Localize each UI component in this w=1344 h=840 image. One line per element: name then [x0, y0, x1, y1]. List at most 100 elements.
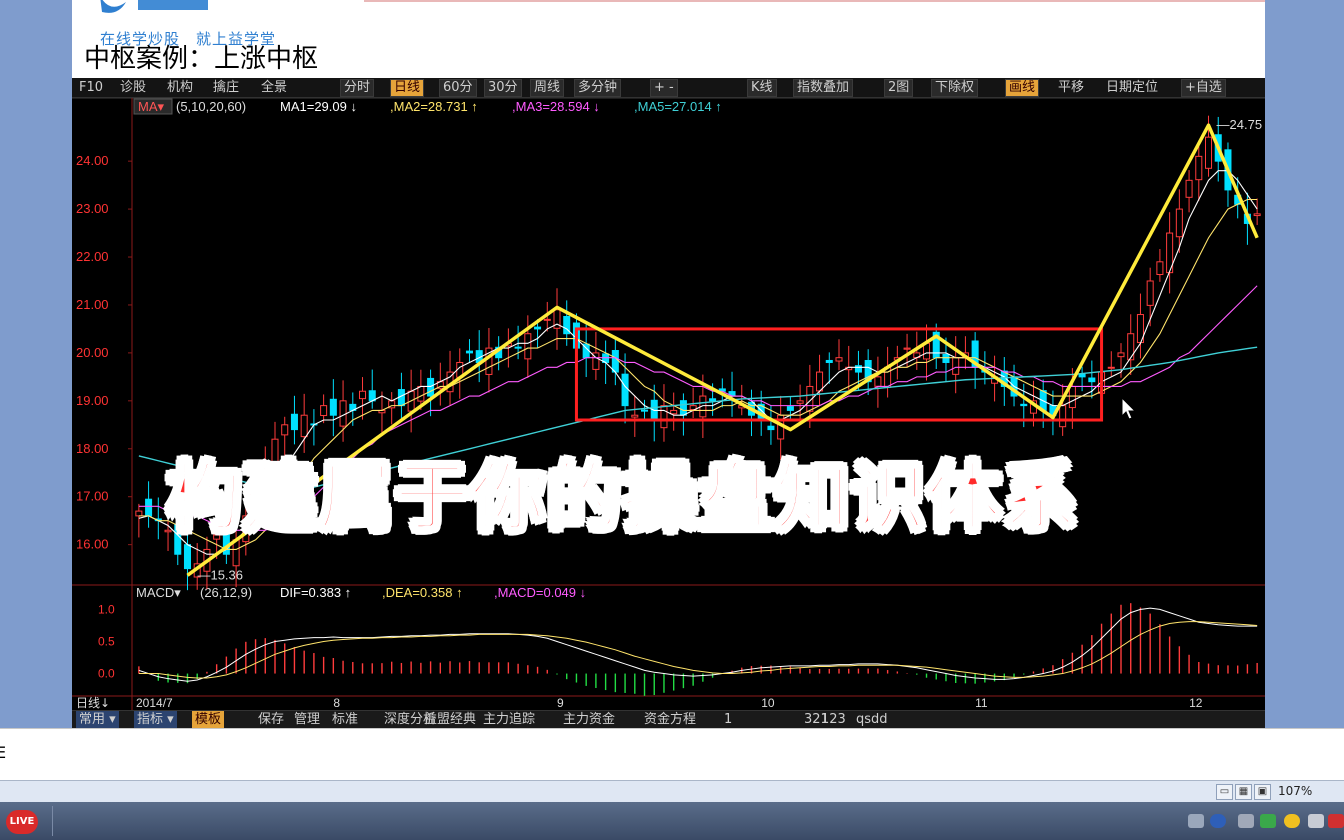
price-tick-label: 16.00	[76, 537, 109, 552]
date-tick-label: 12	[1189, 696, 1203, 710]
bottom-item-13[interactable]: 123	[821, 711, 846, 728]
candle-body	[709, 398, 717, 402]
bottom-item-9[interactable]: 主力资金	[563, 711, 615, 728]
volume-icon[interactable]	[1308, 814, 1324, 828]
bottom-item-4[interactable]: 管理	[294, 711, 320, 728]
bottom-item-8[interactable]: 主力追踪	[483, 711, 535, 728]
candle-body	[611, 350, 619, 373]
candle-body	[679, 400, 687, 416]
candle-body	[329, 398, 337, 416]
candle-body	[281, 424, 289, 436]
tray-arrow-icon[interactable]	[1238, 814, 1254, 828]
grid-view-icon[interactable]: ▦	[1235, 784, 1252, 800]
price-tick-label: 20.00	[76, 345, 109, 360]
bottom-item-14[interactable]: qsdd	[856, 711, 888, 728]
price-tick-label: 18.00	[76, 441, 109, 456]
candle-body	[1068, 385, 1076, 409]
status-bar: ▭ ▦ ▣ 107%	[0, 780, 1344, 802]
macd-tick-label: 0.0	[98, 667, 115, 681]
macd-macd-value: ,MACD=0.049 ↓	[494, 585, 586, 600]
candle-body	[903, 347, 911, 350]
bottom-item-2[interactable]: 模板	[192, 711, 225, 728]
candle-body	[1195, 155, 1203, 181]
candle-body	[660, 405, 668, 429]
price-tick-label: 24.00	[76, 153, 109, 168]
candle-body	[621, 373, 629, 407]
slide-header: 在线学炒股 就上益学堂 中枢案例：上涨中枢	[72, 0, 1265, 78]
date-tick-label: 11	[975, 696, 988, 710]
shield-icon[interactable]	[1260, 814, 1276, 828]
help-icon[interactable]	[1210, 814, 1226, 828]
live-app-icon[interactable]: LIVE	[6, 810, 38, 834]
candle-body	[465, 350, 473, 354]
bottom-item-11[interactable]: 1	[724, 711, 732, 728]
bottom-item-3[interactable]: 保存	[258, 711, 284, 728]
taskbar-separator	[52, 806, 53, 836]
keyboard-icon[interactable]	[1188, 814, 1204, 828]
header-rule	[364, 0, 1265, 2]
macd-indicator-name: MACD▾	[136, 585, 181, 600]
date-tick-label: 10	[761, 696, 775, 710]
normal-view-icon[interactable]: ▭	[1216, 784, 1233, 800]
candle-body	[786, 406, 794, 411]
price-tick-label: 19.00	[76, 393, 109, 408]
candle-body	[1156, 261, 1164, 276]
candle-body	[339, 400, 347, 427]
overlay-caption: 构建属于你的操盘知识体系	[166, 438, 1207, 548]
overlay-caption-text: 构建属于你的操盘知识体系	[166, 454, 1079, 543]
period-label: 日线↓	[76, 696, 110, 710]
price-tick-label: 22.00	[76, 249, 109, 264]
date-tick-label: 2014/7	[136, 696, 173, 710]
mouse-cursor-icon	[1121, 396, 1137, 420]
high-price-label: —24.75	[1217, 117, 1263, 132]
zoom-level[interactable]: 107%	[1278, 784, 1312, 798]
candle-body	[290, 413, 298, 431]
candle-body	[952, 357, 960, 375]
macd-params: (26,12,9)	[200, 585, 252, 600]
candle-body	[514, 346, 522, 349]
candle-body	[1175, 208, 1183, 238]
slideshow-view-icon[interactable]: ▣	[1254, 784, 1271, 800]
lower-panel: E	[0, 728, 1344, 780]
candle-body	[796, 400, 804, 404]
candle-body	[767, 425, 775, 431]
lower-panel-text: E	[0, 743, 7, 762]
price-tick-label: 21.00	[76, 297, 109, 312]
bottom-item-7[interactable]: 益盟经典	[424, 711, 476, 728]
candle-body	[1205, 136, 1213, 169]
candle-body	[942, 353, 950, 363]
candle-body	[670, 409, 678, 415]
candle-body	[1020, 403, 1028, 407]
ma1-value: MA1=29.09 ↓	[280, 99, 357, 114]
candle-body	[320, 405, 328, 417]
macd-dea-value: ,DEA=0.358 ↑	[382, 585, 463, 600]
candle-body	[1185, 179, 1193, 198]
kline-chart[interactable]: 24.00 23.00 22.00 21.00 20.00 19.00 18.00 17.00…	[72, 78, 1265, 710]
candle-body	[534, 326, 542, 330]
bottom-item-10[interactable]: 资金方程	[644, 711, 696, 728]
candle-body	[1253, 213, 1261, 217]
ma-params: (5,10,20,60)	[176, 99, 246, 114]
bottom-item-1[interactable]: 指标 ▾	[134, 711, 177, 728]
low-price-label: —15.36	[197, 567, 243, 582]
macd-dif-value: DIF=0.383 ↑	[280, 585, 351, 600]
candle-body	[145, 498, 153, 517]
macd-tick-label: 1.0	[98, 602, 115, 616]
alert-icon[interactable]	[1328, 814, 1344, 828]
candle-body	[1117, 352, 1125, 358]
bottom-item-5[interactable]: 标准	[332, 711, 358, 728]
candle-body	[874, 376, 882, 387]
date-tick-label: 9	[557, 696, 564, 710]
candle-body	[543, 318, 551, 321]
network-icon[interactable]	[1284, 814, 1300, 828]
macd-tick-label: 0.5	[98, 634, 115, 648]
candle-body	[816, 371, 824, 392]
candle-body	[1088, 377, 1096, 383]
candle-body	[1146, 280, 1154, 306]
candle-body	[135, 510, 143, 517]
bottom-item-0[interactable]: 常用 ▾	[76, 711, 119, 728]
slide-title: 中枢案例：上涨中枢	[84, 44, 319, 74]
candle-body	[1127, 333, 1135, 361]
candle-body	[427, 377, 435, 397]
candle-body	[825, 359, 833, 363]
